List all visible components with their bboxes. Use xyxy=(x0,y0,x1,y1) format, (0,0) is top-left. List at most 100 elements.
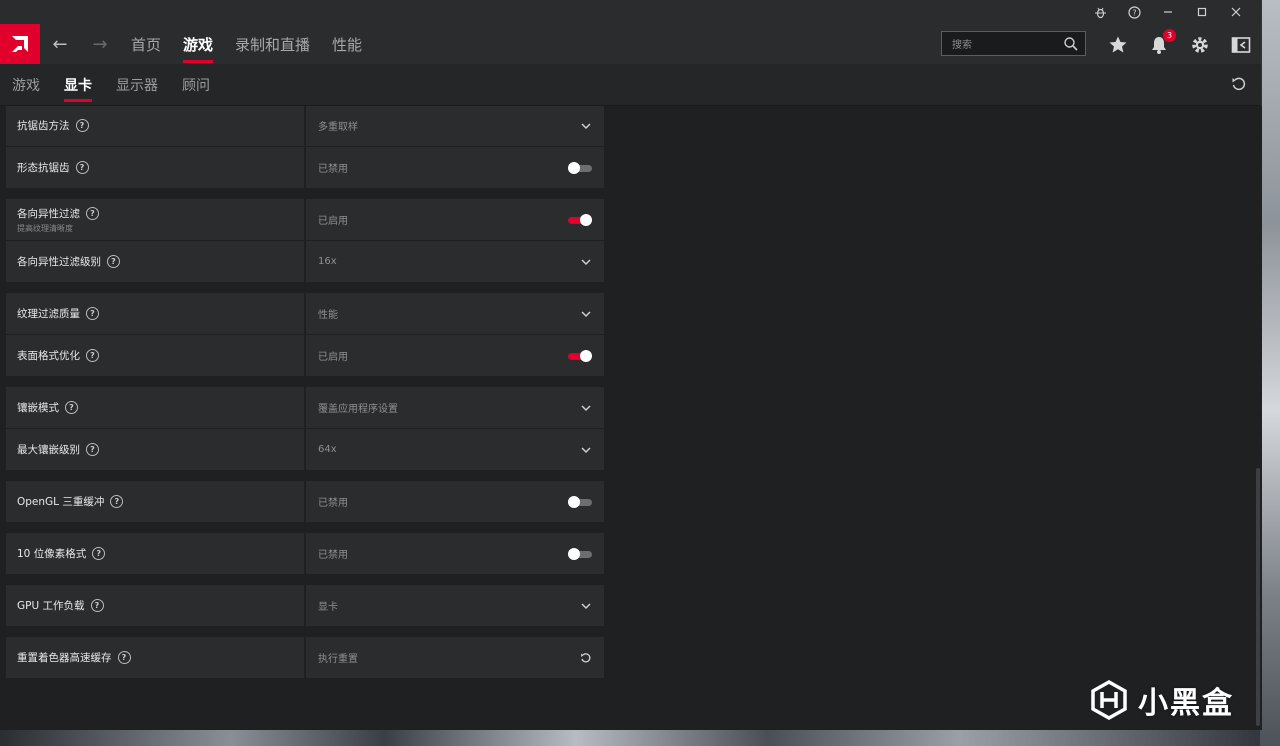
amd-software-window: ? ← → 首页 游戏 录制和直播 性能 搜索 3 游戏 显卡 显示器 顾问 抗… xyxy=(0,0,1262,730)
nav-performance[interactable]: 性能 xyxy=(321,24,373,64)
setting-label: 重置着色器高速缓存 xyxy=(17,652,112,664)
help-circle-icon[interactable]: ? xyxy=(86,443,99,456)
star-icon[interactable] xyxy=(1107,34,1129,56)
help-circle-icon[interactable]: ? xyxy=(107,255,120,268)
settings-content: 抗锯齿方法? 多重取样 形态抗锯齿? 已禁用 各向异性过滤? 提高纹理清晰度 已启… xyxy=(0,106,1262,730)
setting-label: 各向异性过滤级别 xyxy=(17,256,101,268)
tab-graphics[interactable]: 显卡 xyxy=(52,64,104,106)
setting-value: 已禁用 xyxy=(318,550,348,561)
reset-icon xyxy=(581,652,591,662)
setting-row-10bit-pixel-format: 10 位像素格式? 已禁用 xyxy=(6,533,604,574)
setting-value: 已启用 xyxy=(318,352,348,363)
setting-value: 执行重置 xyxy=(318,654,358,665)
chevron-down-icon xyxy=(581,310,591,317)
help-circle-icon[interactable]: ? xyxy=(92,547,106,560)
setting-value: 覆盖应用程序设置 xyxy=(318,404,398,415)
notification-bell-icon[interactable]: 3 xyxy=(1148,29,1176,56)
close-icon[interactable] xyxy=(1219,0,1253,24)
bug-icon[interactable] xyxy=(1083,0,1117,24)
setting-value: 16x xyxy=(318,256,337,267)
watermark-text: 小黑盒 xyxy=(1138,686,1234,721)
help-circle-icon[interactable]: ? xyxy=(117,651,131,664)
toggle-switch[interactable] xyxy=(568,349,592,362)
help-circle-icon[interactable]: ? xyxy=(75,161,89,174)
setting-row-texture-filtering-quality: 纹理过滤质量? 性能 xyxy=(6,293,604,334)
setting-row-anisotropic-filtering: 各向异性过滤? 提高纹理清晰度 已启用 xyxy=(6,199,604,240)
setting-value: 多重取样 xyxy=(318,122,358,133)
setting-label: GPU 工作负载 xyxy=(17,600,85,612)
setting-label: OpenGL 三重缓冲 xyxy=(17,496,105,508)
setting-row-gpu-workload: GPU 工作负载? 显卡 xyxy=(6,585,604,626)
setting-label: 抗锯齿方法 xyxy=(17,120,70,132)
minimize-icon[interactable] xyxy=(1151,0,1185,24)
desktop-background-right xyxy=(1260,0,1280,746)
setting-label: 表面格式优化 xyxy=(17,350,80,362)
setting-label: 最大镶嵌级别 xyxy=(17,444,80,456)
search-input[interactable]: 搜索 xyxy=(952,36,1063,51)
back-arrow-icon[interactable]: ← xyxy=(40,34,80,55)
nav-home[interactable]: 首页 xyxy=(120,24,172,64)
setting-label: 镶嵌模式 xyxy=(17,402,59,414)
amd-logo-icon[interactable] xyxy=(0,24,40,64)
setting-row-reset-shader-cache: 重置着色器高速缓存? 执行重置 xyxy=(6,637,604,678)
help-circle-icon[interactable]: ? xyxy=(75,119,89,132)
setting-value: 性能 xyxy=(318,310,338,321)
scrollbar[interactable] xyxy=(1256,468,1260,726)
reset-icon[interactable] xyxy=(1231,76,1247,92)
forward-arrow-icon[interactable]: → xyxy=(80,34,120,55)
help-circle-icon[interactable]: ? xyxy=(86,307,99,320)
title-bar: ? xyxy=(0,0,1261,24)
help-circle-icon[interactable]: ? xyxy=(86,349,99,362)
sidebar-toggle-icon[interactable] xyxy=(1230,34,1252,56)
help-icon[interactable]: ? xyxy=(1117,0,1151,24)
chevron-down-icon xyxy=(581,446,591,453)
top-navigation: ← → 首页 游戏 录制和直播 性能 搜索 3 xyxy=(0,24,1261,64)
setting-label: 10 位像素格式 xyxy=(17,548,87,560)
help-circle-icon[interactable]: ? xyxy=(90,599,104,612)
setting-row-max-tessellation-level: 最大镶嵌级别? 64x xyxy=(6,429,604,470)
setting-row-tessellation-mode: 镶嵌模式? 覆盖应用程序设置 xyxy=(6,387,604,428)
help-circle-icon[interactable]: ? xyxy=(110,495,124,508)
svg-text:?: ? xyxy=(1132,8,1136,17)
setting-row-anisotropic-level: 各向异性过滤级别? 16x xyxy=(6,241,604,282)
setting-row-opengl-triple-buffering: OpenGL 三重缓冲? 已禁用 xyxy=(6,481,604,522)
tab-advisor[interactable]: 顾问 xyxy=(170,64,222,106)
tab-display[interactable]: 显示器 xyxy=(104,64,170,106)
dropdown[interactable]: 64x xyxy=(306,429,604,470)
sub-navigation: 游戏 显卡 显示器 顾问 xyxy=(0,64,1261,106)
settings-panel: 抗锯齿方法? 多重取样 形态抗锯齿? 已禁用 各向异性过滤? 提高纹理清晰度 已启… xyxy=(6,106,604,679)
toggle-switch[interactable] xyxy=(568,161,592,174)
nav-gaming[interactable]: 游戏 xyxy=(172,24,224,64)
reset-shader-cache-button[interactable]: 执行重置 xyxy=(306,637,604,678)
setting-value: 已禁用 xyxy=(318,498,348,509)
desktop-background xyxy=(0,730,1280,746)
tab-games[interactable]: 游戏 xyxy=(0,64,52,106)
nav-record-stream[interactable]: 录制和直播 xyxy=(224,24,321,64)
dropdown[interactable]: 16x xyxy=(306,241,604,282)
toggle-switch[interactable] xyxy=(568,213,592,226)
chevron-down-icon xyxy=(581,122,591,129)
setting-value: 64x xyxy=(318,444,337,455)
setting-label: 各向异性过滤 xyxy=(17,207,80,220)
heybox-logo-icon xyxy=(1091,679,1127,721)
dropdown[interactable]: 覆盖应用程序设置 xyxy=(306,387,604,428)
setting-row-morphological-aa: 形态抗锯齿? 已禁用 xyxy=(6,147,604,188)
setting-value: 显卡 xyxy=(318,602,338,613)
search-box[interactable]: 搜索 xyxy=(941,31,1086,56)
help-circle-icon[interactable]: ? xyxy=(65,401,78,414)
chevron-down-icon xyxy=(581,602,591,609)
setting-value: 已启用 xyxy=(318,216,348,227)
toggle-switch[interactable] xyxy=(568,495,592,508)
setting-label: 形态抗锯齿 xyxy=(17,162,70,174)
dropdown[interactable]: 性能 xyxy=(306,293,604,334)
toggle-switch[interactable] xyxy=(568,547,592,560)
setting-row-surface-format-optimization: 表面格式优化? 已启用 xyxy=(6,335,604,376)
search-icon[interactable] xyxy=(1063,36,1079,52)
settings-gear-icon[interactable] xyxy=(1189,34,1211,56)
maximize-icon[interactable] xyxy=(1185,0,1219,24)
setting-value: 已禁用 xyxy=(318,164,348,175)
dropdown[interactable]: 多重取样 xyxy=(306,106,604,146)
help-circle-icon[interactable]: ? xyxy=(86,206,99,220)
setting-description: 提高纹理清晰度 xyxy=(17,223,73,233)
dropdown[interactable]: 显卡 xyxy=(306,585,604,626)
